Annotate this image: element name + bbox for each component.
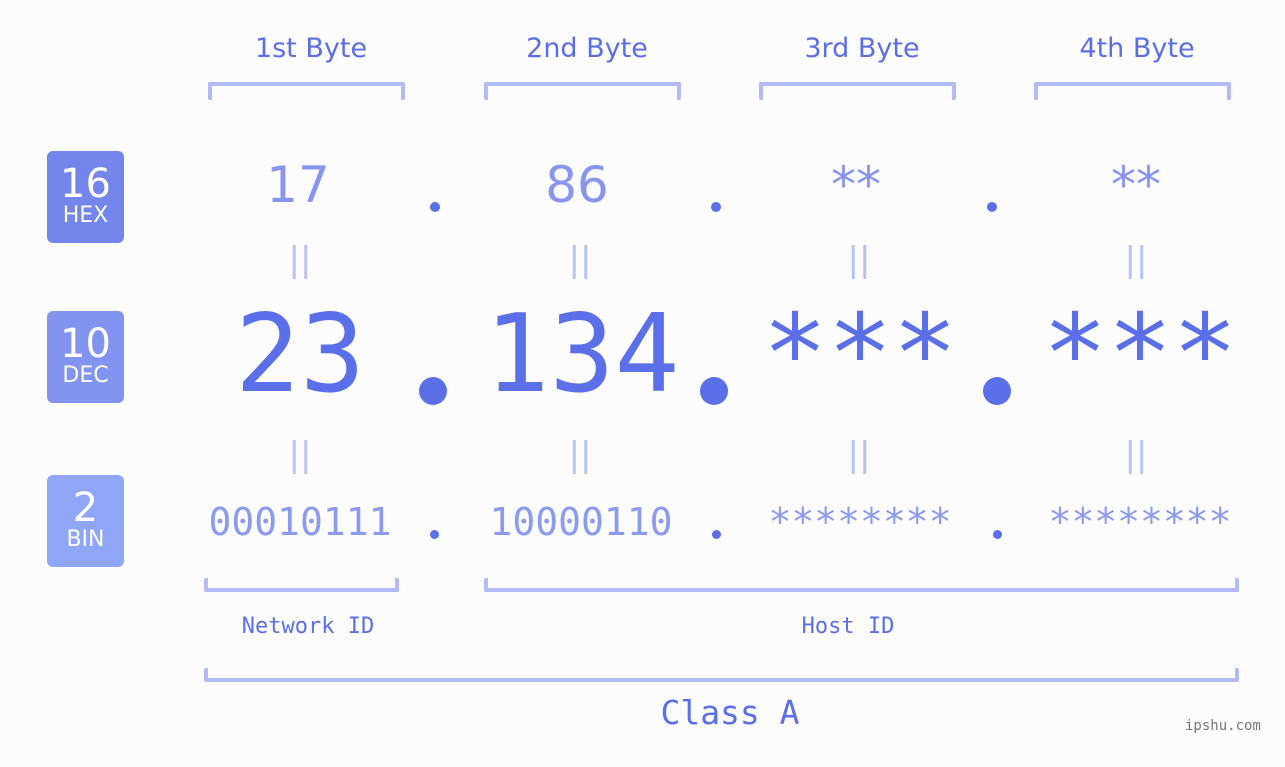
equals-sign: ||	[1124, 240, 1148, 280]
dec-byte-4: ***	[1042, 292, 1238, 417]
class-bracket	[204, 668, 1239, 682]
bracket-byte-2	[484, 82, 681, 100]
dec-byte-1: 23	[234, 292, 366, 417]
equals-sign: ||	[568, 240, 592, 280]
watermark: ipshu.com	[1185, 718, 1261, 734]
dec-dot-1	[419, 377, 447, 405]
bracket-byte-1	[208, 82, 405, 100]
host-id-label: Host ID	[801, 614, 895, 639]
bin-badge: 2 BIN	[47, 475, 124, 567]
equals-sign: ||	[288, 435, 312, 475]
bin-byte-2: 10000110	[489, 500, 673, 544]
hex-badge-number: 16	[60, 161, 111, 207]
header-byte-1: 1st Byte	[254, 33, 368, 64]
bracket-byte-4	[1034, 82, 1231, 100]
bracket-byte-3	[759, 82, 956, 100]
network-id-label: Network ID	[241, 614, 375, 639]
dec-dot-2	[700, 377, 728, 405]
bin-byte-4: ********	[1048, 500, 1232, 544]
host-id-bracket	[484, 578, 1239, 592]
hex-dot-2	[711, 202, 721, 212]
hex-badge-label: HEX	[62, 203, 109, 228]
dec-dot-3	[983, 377, 1011, 405]
header-byte-4: 4th Byte	[1079, 33, 1195, 64]
equals-sign: ||	[847, 435, 871, 475]
dec-badge-label: DEC	[62, 363, 109, 388]
bin-dot-2	[712, 530, 721, 539]
hex-dot-1	[430, 202, 440, 212]
hex-badge: 16 HEX	[47, 151, 124, 243]
bin-badge-number: 2	[72, 485, 99, 531]
hex-byte-4: **	[1111, 156, 1161, 214]
dec-badge: 10 DEC	[47, 311, 124, 403]
equals-sign: ||	[568, 435, 592, 475]
equals-sign: ||	[288, 240, 312, 280]
hex-byte-2: 86	[545, 156, 609, 214]
bin-dot-1	[430, 530, 439, 539]
equals-sign: ||	[1124, 435, 1148, 475]
hex-byte-3: **	[831, 156, 881, 214]
bin-badge-label: BIN	[66, 527, 105, 552]
network-id-bracket	[204, 578, 399, 592]
bin-byte-1: 00010111	[208, 500, 392, 544]
bin-dot-3	[993, 530, 1002, 539]
hex-dot-3	[987, 202, 997, 212]
equals-sign: ||	[847, 240, 871, 280]
hex-byte-1: 17	[266, 156, 330, 214]
header-byte-3: 3rd Byte	[804, 33, 920, 64]
dec-byte-3: ***	[762, 292, 958, 417]
dec-byte-2: 134	[484, 292, 680, 417]
dec-badge-number: 10	[60, 321, 111, 367]
bin-byte-3: ********	[768, 500, 952, 544]
class-label: Class A	[660, 693, 800, 732]
header-byte-2: 2nd Byte	[526, 33, 648, 64]
